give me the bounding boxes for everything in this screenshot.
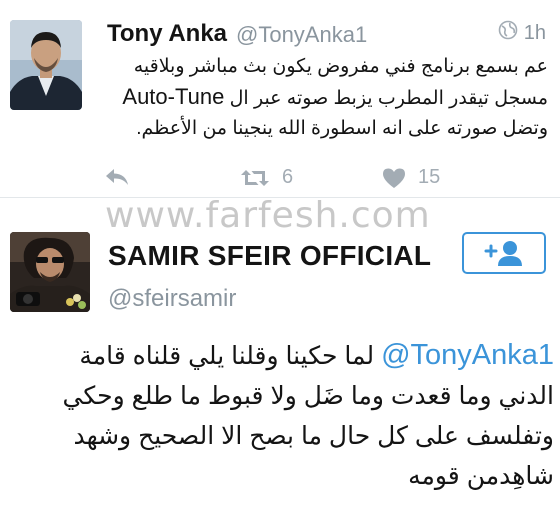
avatar-photo-icon [10,20,82,110]
avatar[interactable] [10,232,90,312]
tweet-text-line: الدني وما قعدت وما ضَل ولا قبوط ما طلع و… [62,382,554,410]
tweet-actions: 6 15 [100,166,550,192]
globe-icon [498,20,518,46]
tweet-text-line: وتضل صورته على انه اسطورة الله ينجينا من… [136,118,548,139]
avatar[interactable] [10,20,82,110]
follow-button[interactable] [462,232,546,274]
tweet-text-line: @TonyAnka1 لما حكينا وقلنا يلي قلناه قام… [6,335,554,376]
tweet-text-line: وتفلسف على كل حال ما بصح الا الصحيح وشهد [73,422,554,450]
retweet-button[interactable]: 6 [240,166,293,189]
retweet-icon [241,169,269,186]
reply-icon [106,169,128,185]
retweet-count: 6 [282,166,294,188]
tweet-text-segment: لما حكينا وقلنا يلي قلناه قامة [79,342,375,370]
tweet-text-line: عم بسمع برنامج فني مفروض يكون بث مباشر و… [133,56,548,77]
author-handle[interactable]: @sfeirsamir [108,285,236,313]
tweet-text: عم بسمع برنامج فني مفروض يكون بث مباشر و… [106,52,548,144]
add-user-icon [484,241,522,266]
like-button[interactable]: 15 [382,166,440,189]
tweet-text-segment: مسجل تيقدر المطرب يزبط صوته عبر ال [229,88,548,109]
tweet-card-1: Tony Anka @TonyAnka1 1h عم بسمع برنامج ف… [0,0,560,197]
mention-link[interactable]: @TonyAnka1 [381,339,554,371]
like-count: 15 [418,166,441,188]
avatar-photo-icon [10,232,90,312]
tweet-text-line: شاهِدمن قومه [408,462,554,490]
tweet-text-latin: Auto-Tune [122,84,225,109]
tweet-meta: 1h [498,20,546,46]
watermark: www.farfesh.com [105,195,431,236]
tweet-text-line: مسجل تيقدر المطرب يزبط صوته عبر ال Auto-… [106,82,548,114]
reply-button[interactable] [104,166,130,188]
heart-icon [383,168,405,188]
author-handle[interactable]: @TonyAnka1 [236,22,367,48]
timestamp[interactable]: 1h [524,22,546,45]
tweet-text: @TonyAnka1 لما حكينا وقلنا يلي قلناه قام… [6,335,554,496]
author-name[interactable]: SAMIR SFEIR OFFICIAL [108,240,431,272]
author-name[interactable]: Tony Anka [107,20,227,48]
